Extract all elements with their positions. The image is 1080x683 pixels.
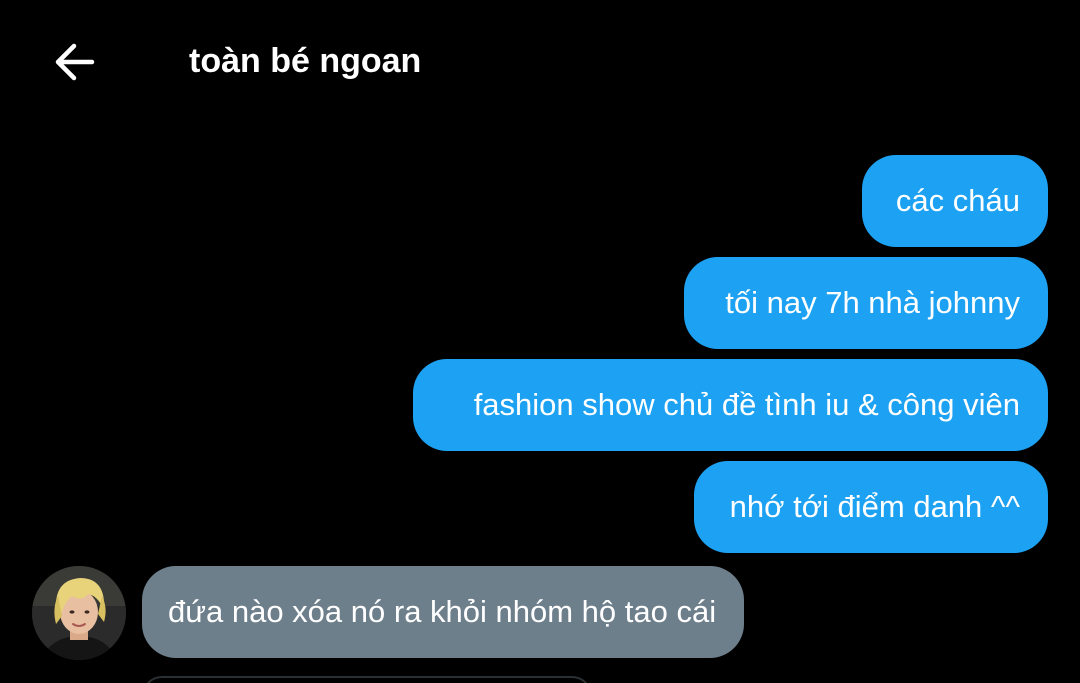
chat-screen: toàn bé ngoan các cháu tối nay 7h nhà jo…	[0, 0, 1080, 683]
message-text: nhớ tới điểm danh ^^	[729, 489, 1020, 524]
message-bubble-outgoing[interactable]: nhớ tới điểm danh ^^	[694, 461, 1048, 553]
message-text: tối nay 7h nhà johnny	[725, 285, 1020, 320]
message-text: đứa nào xóa nó ra khỏi nhóm hộ tao cái	[168, 594, 717, 629]
message-bubble-outgoing[interactable]: fashion show chủ đề tình iu & công viên	[413, 359, 1048, 451]
message-bubble-partial[interactable]	[142, 676, 592, 683]
arrow-left-icon	[55, 43, 95, 81]
back-button[interactable]	[44, 36, 104, 88]
chat-header: toàn bé ngoan	[0, 0, 1080, 124]
message-text: các cháu	[895, 183, 1020, 218]
chat-title[interactable]: toàn bé ngoan	[189, 41, 421, 81]
avatar-photo	[32, 566, 126, 660]
message-text: fashion show chủ đề tình iu & công viên	[473, 387, 1020, 422]
message-bubble-outgoing[interactable]: tối nay 7h nhà johnny	[684, 257, 1048, 349]
sender-avatar[interactable]	[32, 566, 126, 660]
message-bubble-incoming[interactable]: đứa nào xóa nó ra khỏi nhóm hộ tao cái	[142, 566, 745, 658]
message-bubble-outgoing[interactable]: các cháu	[862, 155, 1048, 247]
